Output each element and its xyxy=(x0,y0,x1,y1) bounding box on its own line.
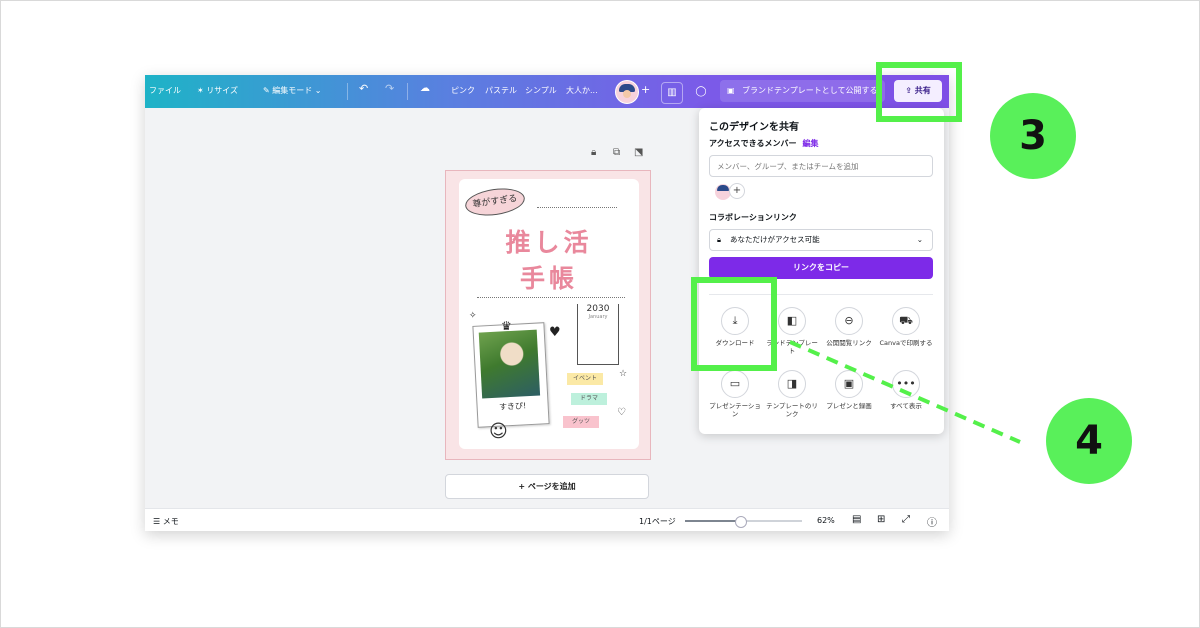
step-number-4: 4 xyxy=(1046,398,1132,484)
pointer-line xyxy=(789,340,1021,444)
step-number-3: 3 xyxy=(990,93,1076,179)
